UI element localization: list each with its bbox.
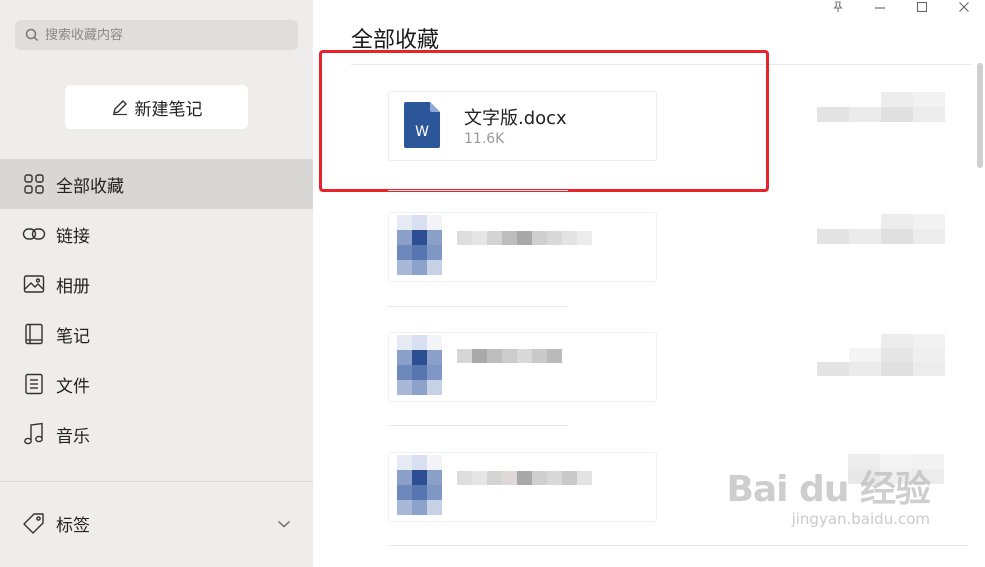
pin-icon[interactable] [817,0,859,14]
close-icon[interactable] [943,0,985,14]
watermark-logo: Bai du 经验 [726,469,931,510]
sidebar-divider [0,481,313,482]
sidebar-nav: 全部收藏 链接 相册 笔记 文件 音乐 [0,159,313,459]
sidebar-item-album[interactable]: 相册 [0,259,313,309]
blurred-meta [817,92,945,122]
blurred-file-icon [397,215,442,275]
music-note-icon [22,422,46,446]
sidebar-item-music[interactable]: 音乐 [0,409,313,459]
search-input[interactable] [45,27,285,43]
sidebar: 新建笔记 全部收藏 链接 相册 笔记 [0,0,313,567]
scrollbar[interactable] [977,63,983,168]
sidebar-item-label: 音乐 [56,426,90,447]
image-icon [22,272,46,296]
blurred-file-name [457,471,592,485]
sidebar-item-label: 链接 [56,226,90,247]
sidebar-item-label: 相册 [56,276,90,297]
sidebar-item-links[interactable]: 链接 [0,209,313,259]
tags-label: 标签 [56,515,90,536]
main-panel: 全部收藏 W 文字版.docx 11.6K Bai du 经验 jingyan.… [313,0,985,567]
file-card[interactable] [388,452,657,522]
row-divider [388,190,568,191]
link-icon [22,222,46,246]
new-note-label: 新建笔记 [134,99,203,120]
blurred-file-name [457,349,562,363]
file-card[interactable] [388,212,657,282]
notebook-icon [22,322,46,346]
tag-icon [22,511,46,535]
row-divider [388,545,968,546]
file-card[interactable] [388,332,657,402]
sidebar-item-label: 全部收藏 [56,176,124,197]
blurred-meta [817,214,945,244]
sidebar-item-all-favorites[interactable]: 全部收藏 [0,159,313,209]
chevron-down-icon[interactable] [277,514,291,534]
sidebar-item-label: 笔记 [56,326,90,347]
sidebar-item-files[interactable]: 文件 [0,359,313,409]
grid-icon [22,172,46,196]
watermark-url: jingyan.baidu.com [791,510,930,528]
blurred-file-icon [397,455,442,515]
window-controls [817,0,985,14]
row-divider [388,425,568,426]
blurred-file-name [457,231,592,245]
search-box[interactable] [15,20,298,50]
new-note-button[interactable]: 新建笔记 [65,85,248,129]
maximize-icon[interactable] [901,0,943,14]
pencil-icon [111,98,129,116]
minimize-icon[interactable] [859,0,901,14]
document-icon [22,372,46,396]
sidebar-item-label: 文件 [56,376,90,397]
blurred-file-icon [397,335,442,395]
row-divider [388,306,568,307]
sidebar-item-tags[interactable]: 标签 [0,498,313,548]
blurred-meta [817,334,945,376]
search-icon [25,28,39,42]
watermark: Bai du 经验 jingyan.baidu.com [726,469,931,529]
sidebar-item-notes[interactable]: 笔记 [0,309,313,359]
highlight-box [319,50,769,192]
